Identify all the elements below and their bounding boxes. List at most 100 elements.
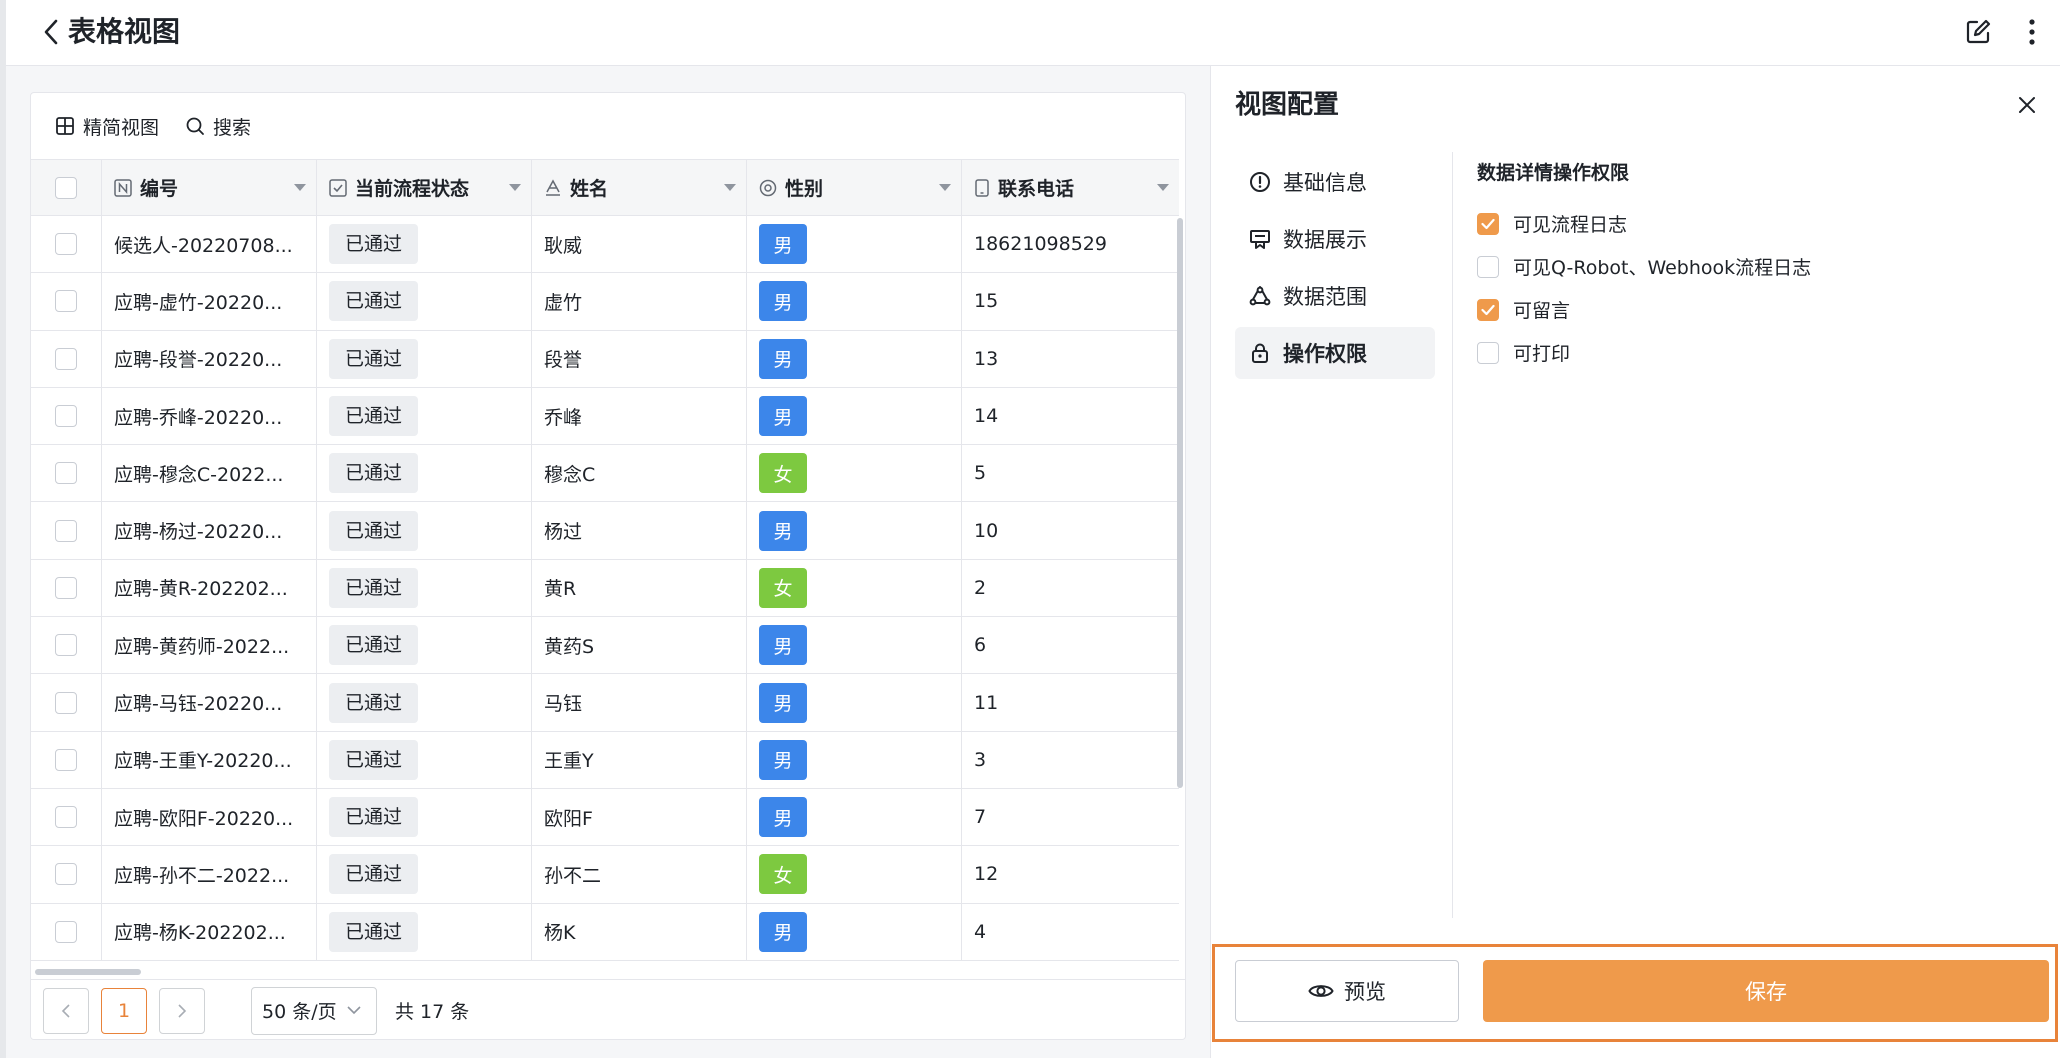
row-checkbox[interactable]: [55, 863, 77, 886]
cell-name[interactable]: 虚竹: [532, 273, 747, 330]
cell-number[interactable]: 应聘-黄R-202202...: [102, 559, 317, 617]
cell-gender[interactable]: 男: [747, 674, 962, 731]
cell-number[interactable]: 应聘-段誉-20220...: [102, 330, 317, 387]
search-button[interactable]: 搜索: [185, 113, 251, 140]
permission-checkbox[interactable]: [1477, 255, 1499, 278]
horizontal-scrollbar[interactable]: [35, 969, 141, 975]
cell-number[interactable]: 应聘-孙不二-2022...: [102, 846, 317, 903]
column-header-status[interactable]: 当前流程状态: [317, 160, 532, 215]
column-menu-caret-icon[interactable]: [509, 184, 521, 191]
table-row[interactable]: 应聘-孙不二-2022... 已通过 孙不二 女 12: [31, 846, 1179, 904]
cell-number[interactable]: 应聘-黄药师-2022...: [102, 617, 317, 674]
cell-gender[interactable]: 女: [747, 559, 962, 617]
menu-item-data-display[interactable]: 数据展示: [1235, 213, 1435, 265]
cell-phone[interactable]: 15: [962, 273, 1179, 329]
table-row[interactable]: 应聘-马钰-20220... 已通过 马钰 男 11: [31, 674, 1179, 732]
cell-name[interactable]: 马钰: [532, 674, 747, 731]
cell-gender[interactable]: 女: [747, 846, 962, 903]
row-checkbox[interactable]: [55, 806, 77, 829]
permission-comment[interactable]: 可留言: [1477, 288, 1811, 331]
cell-number[interactable]: 应聘-虚竹-20220...: [102, 273, 317, 330]
cell-gender[interactable]: 女: [747, 445, 962, 502]
cell-name[interactable]: 段誉: [532, 330, 747, 387]
row-checkbox[interactable]: [55, 748, 77, 771]
cell-gender[interactable]: 男: [747, 731, 962, 788]
close-panel-button[interactable]: [2012, 90, 2042, 120]
cell-name[interactable]: 穆念C: [532, 445, 747, 502]
cell-name[interactable]: 乔峰: [532, 387, 747, 445]
permission-checkbox[interactable]: [1477, 212, 1499, 235]
permission-checkbox[interactable]: [1477, 341, 1499, 364]
table-row[interactable]: 应聘-黄R-202202... 已通过 黄R 女 2: [31, 559, 1179, 618]
row-checkbox[interactable]: [55, 691, 77, 714]
preview-button[interactable]: 预览: [1235, 960, 1459, 1022]
row-checkbox[interactable]: [55, 233, 77, 256]
cell-gender[interactable]: 男: [747, 330, 962, 387]
cell-gender[interactable]: 男: [747, 617, 962, 674]
table-row[interactable]: 应聘-乔峰-20220... 已通过 乔峰 男 14: [31, 387, 1179, 446]
cell-phone[interactable]: 7: [962, 789, 1179, 845]
menu-item-permissions[interactable]: 操作权限: [1235, 327, 1435, 379]
row-checkbox[interactable]: [55, 347, 77, 370]
cell-status[interactable]: 已通过: [317, 617, 532, 674]
table-row[interactable]: 候选人-20220708... 已通过 耿威 男 18621098529: [31, 216, 1179, 274]
vertical-scrollbar[interactable]: [1177, 218, 1183, 788]
table-row[interactable]: 应聘-段誉-20220... 已通过 段誉 男 13: [31, 330, 1179, 388]
cell-name[interactable]: 杨K: [532, 903, 747, 960]
back-button[interactable]: [36, 15, 66, 49]
cell-status[interactable]: 已通过: [317, 387, 532, 445]
permission-view-flow-log[interactable]: 可见流程日志: [1477, 202, 1811, 245]
column-menu-caret-icon[interactable]: [1157, 184, 1169, 191]
cell-phone[interactable]: 5: [962, 445, 1179, 501]
table-row[interactable]: 应聘-黄药师-2022... 已通过 黄药S 男 6: [31, 617, 1179, 675]
row-checkbox[interactable]: [55, 462, 77, 485]
row-checkbox[interactable]: [55, 519, 77, 542]
table-row[interactable]: 应聘-王重Y-20220... 已通过 王重Y 男 3: [31, 731, 1179, 789]
cell-name[interactable]: 杨过: [532, 502, 747, 559]
cell-status[interactable]: 已通过: [317, 273, 532, 330]
cell-gender[interactable]: 男: [747, 788, 962, 846]
cell-status[interactable]: 已通过: [317, 216, 532, 273]
prev-page-button[interactable]: [43, 987, 89, 1034]
cell-status[interactable]: 已通过: [317, 846, 532, 903]
cell-phone[interactable]: 10: [962, 502, 1179, 558]
cell-name[interactable]: 欧阳F: [532, 788, 747, 846]
table-row[interactable]: 应聘-欧阳F-20220... 已通过 欧阳F 男 7: [31, 788, 1179, 847]
cell-name[interactable]: 王重Y: [532, 731, 747, 788]
cell-status[interactable]: 已通过: [317, 731, 532, 788]
table-row[interactable]: 应聘-杨过-20220... 已通过 杨过 男 10: [31, 502, 1179, 560]
more-button[interactable]: [2016, 16, 2048, 48]
column-menu-caret-icon[interactable]: [294, 184, 306, 191]
permission-print[interactable]: 可打印: [1477, 331, 1811, 374]
edit-button[interactable]: [1962, 16, 1994, 48]
column-menu-caret-icon[interactable]: [939, 184, 951, 191]
row-checkbox[interactable]: [55, 290, 77, 313]
permission-view-robot-webhook-log[interactable]: 可见Q-Robot、Webhook流程日志: [1477, 245, 1811, 288]
column-header-phone[interactable]: 联系电话: [962, 160, 1179, 215]
cell-number[interactable]: 应聘-欧阳F-20220...: [102, 788, 317, 846]
table-row[interactable]: 应聘-杨K-202202... 已通过 杨K 男 4: [31, 903, 1179, 961]
cell-gender[interactable]: 男: [747, 387, 962, 445]
cell-number[interactable]: 应聘-王重Y-20220...: [102, 731, 317, 788]
cell-number[interactable]: 候选人-20220708...: [102, 216, 317, 273]
cell-name[interactable]: 黄R: [532, 559, 747, 617]
cell-phone[interactable]: 4: [962, 904, 1179, 960]
cell-status[interactable]: 已通过: [317, 903, 532, 960]
cell-phone[interactable]: 13: [962, 331, 1179, 387]
column-header-number[interactable]: 编号: [102, 160, 317, 215]
cell-phone[interactable]: 6: [962, 617, 1179, 673]
page-number-button[interactable]: 1: [101, 987, 147, 1034]
cell-status[interactable]: 已通过: [317, 674, 532, 731]
table-row[interactable]: 应聘-虚竹-20220... 已通过 虚竹 男 15: [31, 273, 1179, 331]
column-header-gender[interactable]: 性别: [747, 160, 962, 215]
cell-status[interactable]: 已通过: [317, 330, 532, 387]
cell-number[interactable]: 应聘-杨过-20220...: [102, 502, 317, 559]
cell-gender[interactable]: 男: [747, 502, 962, 559]
next-page-button[interactable]: [159, 987, 205, 1034]
menu-item-basic-info[interactable]: 基础信息: [1235, 156, 1435, 208]
cell-status[interactable]: 已通过: [317, 788, 532, 846]
cell-name[interactable]: 黄药S: [532, 617, 747, 674]
cell-phone[interactable]: 2: [962, 560, 1179, 616]
cell-phone[interactable]: 18621098529: [962, 216, 1179, 272]
row-checkbox[interactable]: [55, 576, 77, 599]
